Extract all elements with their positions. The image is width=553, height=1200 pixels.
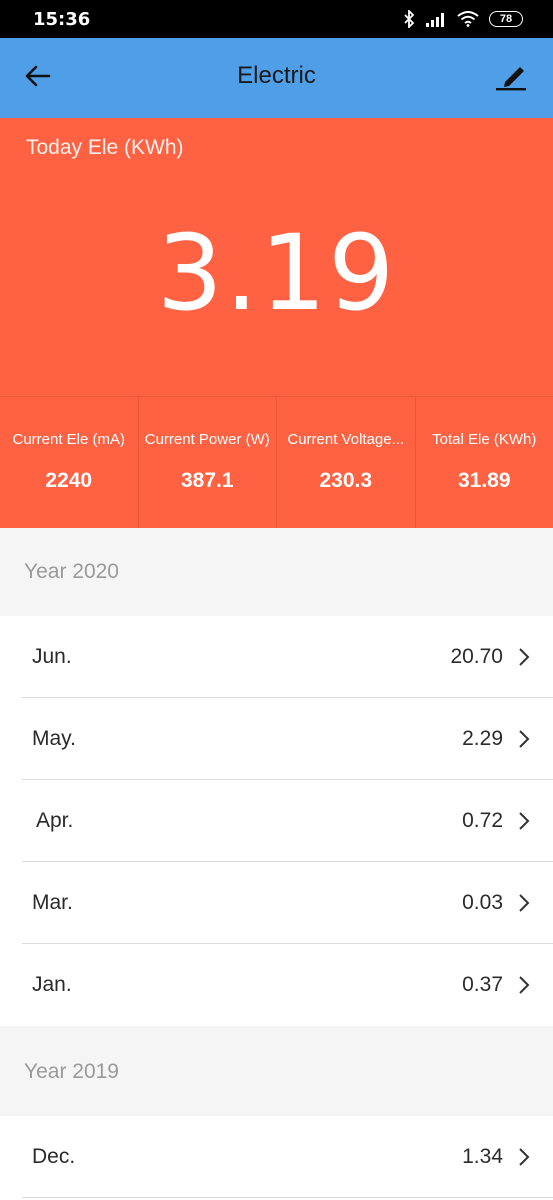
month-value: 0.03: [462, 891, 503, 914]
today-summary-panel: Today Ele (KWh) 3.19 Current Ele (mA) 22…: [0, 118, 553, 529]
page-title: Electric: [237, 62, 316, 89]
month-label: May.: [32, 727, 76, 750]
month-value: 0.72: [462, 809, 503, 832]
stat-label: Current Power (W): [144, 431, 270, 448]
section-header-year-2020: Year 2020: [0, 528, 553, 616]
section-title: Year 2019: [24, 1060, 119, 1083]
signal-icon: [425, 11, 447, 27]
stat-label: Total Ele (KWh): [432, 431, 537, 448]
month-value: 0.37: [462, 973, 503, 996]
stat-current-voltage: Current Voltage... 230.3: [277, 397, 416, 529]
chevron-right-icon: [519, 976, 530, 994]
today-ele-value: 3.19: [156, 212, 397, 334]
section-header-year-2019: Year 2019: [0, 1026, 553, 1116]
list-item-apr[interactable]: Apr. 0.72: [0, 780, 553, 862]
chevron-right-icon: [519, 812, 530, 830]
edit-button[interactable]: [491, 58, 531, 98]
wifi-icon: [457, 11, 479, 27]
month-label: Apr.: [36, 809, 74, 832]
chevron-right-icon: [519, 648, 530, 666]
stat-label: Current Ele (mA): [12, 431, 126, 448]
list-item-dec[interactable]: Dec. 1.34: [0, 1116, 553, 1200]
edit-pen-icon: [495, 61, 527, 96]
stat-value: 230.3: [319, 469, 373, 492]
stat-total-ele: Total Ele (KWh) 31.89: [416, 397, 553, 529]
chevron-right-icon: [519, 894, 530, 912]
month-label: Dec.: [32, 1145, 76, 1168]
month-value: 1.34: [462, 1145, 503, 1168]
stat-current-ele: Current Ele (mA) 2240: [0, 397, 139, 529]
month-value: 20.70: [450, 645, 503, 668]
battery-icon: 78: [489, 11, 523, 27]
today-ele-label: Today Ele (KWh): [26, 136, 184, 159]
app-header: Electric: [0, 38, 553, 118]
list-item-mar[interactable]: Mar. 0.03: [0, 862, 553, 944]
stat-current-power: Current Power (W) 387.1: [139, 397, 277, 529]
status-icons: 78: [403, 8, 523, 30]
stats-row: Current Ele (mA) 2240 Current Power (W) …: [0, 396, 553, 529]
bluetooth-icon: [403, 10, 415, 28]
divider: [22, 1197, 553, 1198]
chevron-right-icon: [519, 730, 530, 748]
status-time: 15:36: [33, 9, 91, 30]
stat-value: 31.89: [457, 469, 511, 492]
stat-value: 387.1: [180, 469, 234, 492]
month-value: 2.29: [462, 727, 503, 750]
battery-level: 78: [499, 13, 513, 25]
stat-value: 2240: [45, 469, 93, 492]
status-bar: 15:36 78: [0, 0, 553, 38]
month-label: Mar.: [32, 891, 73, 914]
chevron-right-icon: [519, 1148, 530, 1166]
list-item-may[interactable]: May. 2.29: [0, 698, 553, 780]
section-title: Year 2020: [24, 560, 119, 583]
list-item-jan[interactable]: Jan. 0.37: [0, 944, 553, 1026]
month-label: Jun.: [32, 645, 72, 668]
stat-label: Current Voltage...: [287, 431, 405, 448]
list-item-jun[interactable]: Jun. 20.70: [0, 616, 553, 698]
month-label: Jan.: [32, 973, 72, 996]
